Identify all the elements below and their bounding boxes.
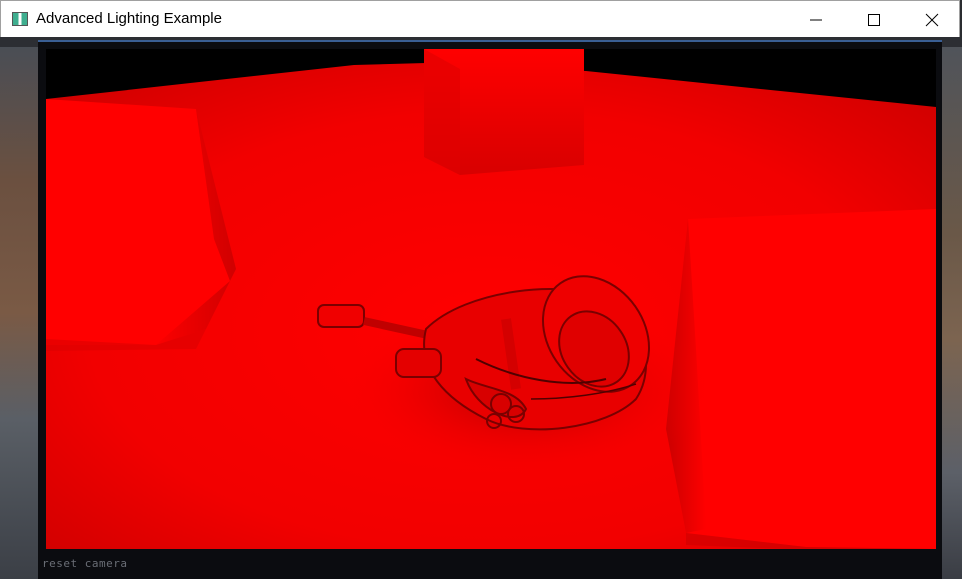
minimize-button[interactable]: [787, 1, 845, 38]
lighting-viewport[interactable]: [46, 49, 936, 549]
status-overlay-text: reset camera: [42, 557, 128, 570]
maximize-button[interactable]: [845, 1, 903, 38]
maximize-icon: [868, 14, 880, 26]
render-canvas[interactable]: reset camera: [0, 37, 962, 579]
title-bar[interactable]: Advanced Lighting Example: [0, 0, 960, 37]
window-title: Advanced Lighting Example: [36, 10, 222, 27]
close-icon: [925, 13, 939, 27]
application-window: Advanced Lighting Example reset camera: [0, 0, 962, 579]
scene-render: [46, 49, 936, 549]
background-scene-left: [0, 47, 40, 579]
app-window-icon: [12, 12, 28, 26]
minimize-icon: [810, 19, 822, 21]
close-button[interactable]: [903, 1, 961, 38]
